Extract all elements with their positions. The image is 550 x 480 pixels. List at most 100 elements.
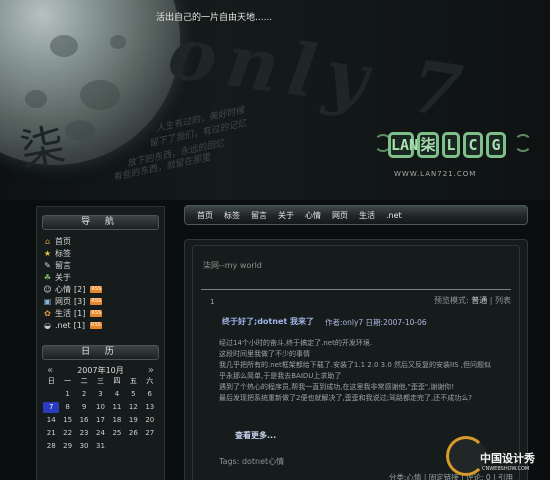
sidebar-item-label[interactable]: 心情 <box>55 284 71 295</box>
post-body-line: 最后发现把系统重新做了2便也就解决了,歪歪和我说过;驾路都走完了,还不成功么? <box>219 393 472 402</box>
sidebar-item[interactable]: ✎ 留言 <box>43 259 158 271</box>
calendar-weekday: 二 <box>80 377 88 385</box>
logo-letter: G <box>486 132 506 158</box>
post-tags[interactable]: Tags: dotnet心情 <box>219 456 284 467</box>
next-month-button[interactable]: » <box>148 365 154 376</box>
rss-icon[interactable]: RSS <box>90 321 102 329</box>
calendar-day[interactable]: 3 <box>92 389 108 400</box>
calendar-day[interactable]: 29 <box>59 441 75 452</box>
calendar-day[interactable]: 2 <box>76 389 92 400</box>
sidebar-item[interactable]: ▣ 网页 [3] RSS <box>43 295 158 307</box>
calendar-day[interactable]: 9 <box>76 402 92 413</box>
calendar-day[interactable]: 5 <box>125 389 141 400</box>
calendar-day <box>43 389 59 400</box>
view-mode: 预览模式: 普通 | 列表 <box>434 295 511 306</box>
sidebar-item[interactable]: ☘ 关于 <box>43 271 158 283</box>
post-index: 1 <box>210 298 215 306</box>
nav-link[interactable]: 留言 <box>251 210 267 221</box>
calendar-header: « 2007年10月 » <box>37 364 164 376</box>
sidebar-item[interactable]: ⌂ 首页 <box>43 235 158 247</box>
sidebar-item[interactable]: ✿ 生活 [1] RSS <box>43 307 158 319</box>
star-icon: ★ <box>43 248 52 258</box>
logo-letter: C <box>463 132 483 158</box>
nav-link[interactable]: 网页 <box>332 210 348 221</box>
calendar-day[interactable]: 31 <box>92 441 108 452</box>
sidebar-item-count: [1] <box>74 308 86 318</box>
calendar-day[interactable]: 16 <box>76 415 92 426</box>
nav-list: ⌂ 首页 ★ 标签 ✎ 留言 ☘ 关于 ☺ 心情 [2] RSS ▣ 网页 [3] RSS ✿ 生活 [1] RSS ◒… <box>37 235 164 331</box>
rss-icon[interactable]: RSS <box>90 309 103 317</box>
calendar-day[interactable]: 14 <box>43 415 59 426</box>
calendar-day[interactable]: 23 <box>76 428 92 439</box>
nav-link[interactable]: 心情 <box>305 210 321 221</box>
sidebar-item-count: [3] <box>74 296 86 306</box>
calendar-day[interactable]: 17 <box>92 415 108 426</box>
sidebar-item[interactable]: ★ 标签 <box>43 247 158 259</box>
nav-link[interactable]: 生活 <box>359 210 375 221</box>
watermark-en: CNWEBSHOW.COM <box>482 466 530 472</box>
calendar-day[interactable]: 26 <box>125 428 141 439</box>
web-icon: ▣ <box>43 296 52 306</box>
breadcrumb[interactable]: 柒网--my world <box>203 260 262 271</box>
site-logo[interactable]: LAN 柒 L C G WWW.LAN721.COM <box>374 126 532 186</box>
calendar-day[interactable]: 11 <box>109 402 125 413</box>
sidebar-item-label[interactable]: .net <box>55 321 71 330</box>
calendar-day[interactable]: 30 <box>76 441 92 452</box>
calendar-day[interactable]: 22 <box>59 428 75 439</box>
calendar-day[interactable]: 25 <box>109 428 125 439</box>
sidebar-item[interactable]: ☺ 心情 [2] RSS <box>43 283 158 295</box>
sidebar-item-count: [1] <box>73 320 86 330</box>
top-navbar: 首页 标签 留言 关于 心情 网页 生活 .net <box>184 205 528 225</box>
nav-link[interactable]: 首页 <box>197 210 213 221</box>
read-more-link[interactable]: 查看更多... <box>235 430 276 441</box>
nav-link[interactable]: .net <box>386 211 402 220</box>
calendar-grid: 日一二三四五六 1 2 3 4 5 6 7 8 9 10 11 12 13 14 15 16 17 18 19 20 21… <box>37 376 164 452</box>
mode-list-link[interactable]: 列表 <box>495 296 511 305</box>
mode-separator: | <box>487 296 495 305</box>
post-body-line: 这段时间里我做了不少的事情 <box>219 349 310 358</box>
sidebar: 导 航 ⌂ 首页 ★ 标签 ✎ 留言 ☘ 关于 ☺ 心情 [2] RSS ▣ 网页 [3] RSS ✿ 生活 [1]… <box>36 206 165 480</box>
calendar-day[interactable]: 4 <box>109 389 125 400</box>
sidebar-item-label[interactable]: 生活 <box>55 308 71 319</box>
mode-normal-link[interactable]: 普通 <box>471 296 487 305</box>
calendar-day[interactable]: 12 <box>125 402 141 413</box>
calendar-day[interactable]: 19 <box>125 415 141 426</box>
sidebar-item-label[interactable]: 网页 <box>55 296 71 307</box>
calendar-day[interactable]: 1 <box>59 389 75 400</box>
calendar-month: 2007年10月 <box>77 365 124 375</box>
calendar-weekday: 五 <box>129 377 137 385</box>
calendar-day[interactable]: 24 <box>92 428 108 439</box>
calendar-day[interactable]: 18 <box>109 415 125 426</box>
calendar-day[interactable]: 28 <box>43 441 59 452</box>
watermark-cn: 中国设计秀 <box>480 452 535 465</box>
calendar-day[interactable]: 20 <box>142 415 158 426</box>
mood-icon: ☺ <box>43 284 52 294</box>
sidebar-item-label[interactable]: 关于 <box>55 272 71 283</box>
calendar-day[interactable]: 6 <box>142 389 158 400</box>
calendar-title: 日 历 <box>42 345 159 360</box>
calendar-day[interactable]: 21 <box>43 428 59 439</box>
calendar-day[interactable]: 13 <box>142 402 158 413</box>
calendar-day[interactable]: 15 <box>59 415 75 426</box>
sidebar-item-count: [2] <box>74 284 86 294</box>
rss-icon[interactable]: RSS <box>90 285 103 293</box>
sidebar-item[interactable]: ◒ .net [1] RSS <box>43 319 158 331</box>
sidebar-item-label[interactable]: 首页 <box>55 236 71 247</box>
calendar-weekday: 日 <box>47 377 55 385</box>
sidebar-item-label[interactable]: 标签 <box>55 248 71 259</box>
calendar-day <box>109 441 125 452</box>
prev-month-button[interactable]: « <box>47 365 53 376</box>
calendar-day[interactable]: 10 <box>92 402 108 413</box>
calendar-weekday: 三 <box>96 377 104 385</box>
calendar-day[interactable]: 8 <box>59 402 75 413</box>
post-title[interactable]: 终于好了;dotnet 我来了 <box>222 316 314 327</box>
post-body-line: 遇到了个热心的程序员,帮我一直到成功,在这里我非常感谢他,"歪歪",谢谢你! <box>219 382 455 391</box>
calendar-day[interactable]: 27 <box>142 428 158 439</box>
sidebar-item-label[interactable]: 留言 <box>55 260 71 271</box>
calendar-day[interactable]: 7 <box>43 402 60 413</box>
post-body-line: 经过14个小时的奋斗,终于搞定了.net的开发环境. <box>219 339 373 347</box>
nav-link[interactable]: 关于 <box>278 210 294 221</box>
nav-link[interactable]: 标签 <box>224 210 240 221</box>
rss-icon[interactable]: RSS <box>90 297 103 305</box>
header-banner: only 7 柒 人生有过的，美好时候 留下了我们，有过的记忆 放下的东西，永远… <box>0 0 550 200</box>
